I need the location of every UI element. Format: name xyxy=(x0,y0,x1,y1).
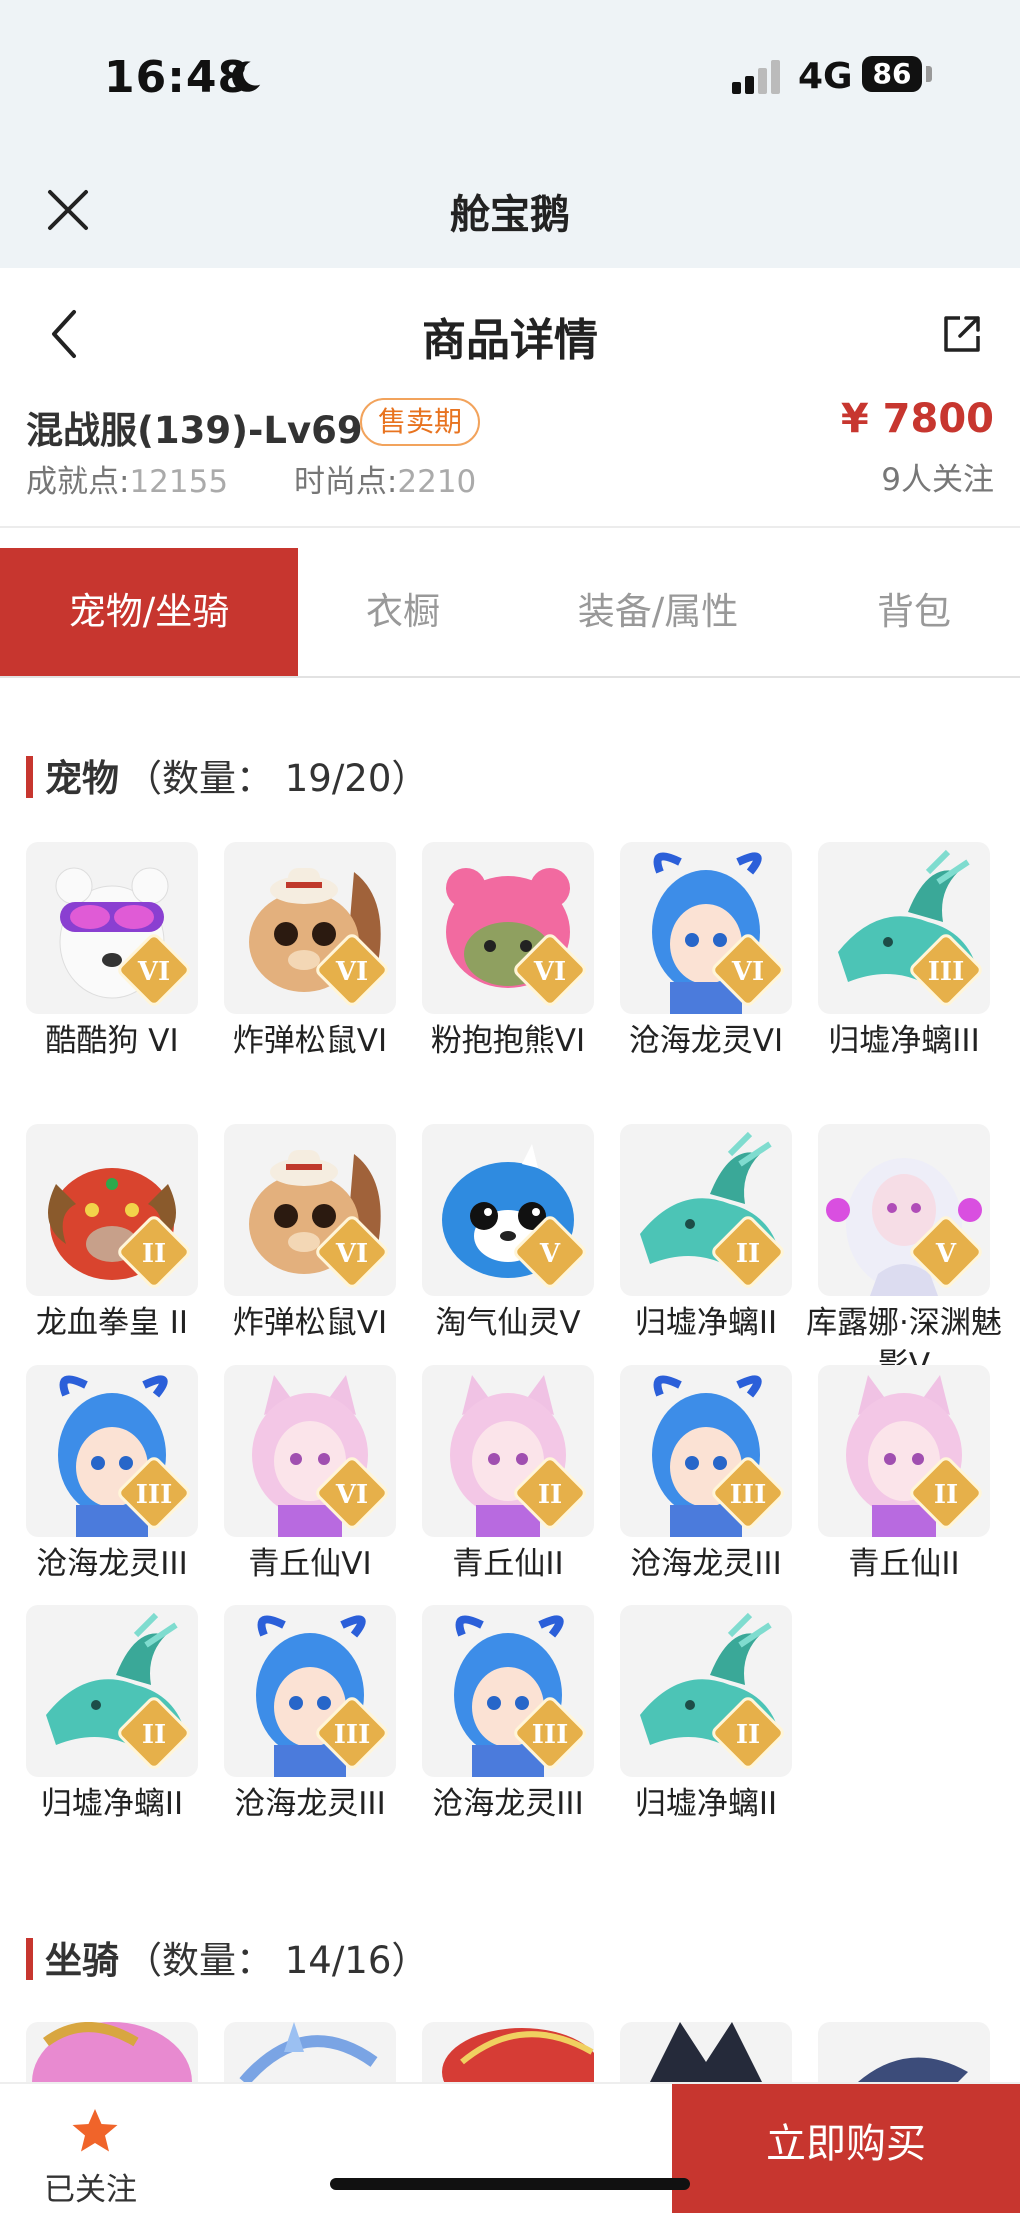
sea-dragon-icon: III xyxy=(818,842,990,1014)
pet-label: 酷酷狗 VI xyxy=(45,1023,179,1059)
tab-equipment[interactable]: 装备/属性 xyxy=(508,548,808,676)
battery-icon: 86 xyxy=(862,56,922,92)
ram-beast-icon: II xyxy=(26,1124,198,1296)
page-header: 商品详情 xyxy=(0,268,1020,400)
pet-label: 淘气仙灵V xyxy=(435,1305,581,1341)
bear-goggles-icon: VI xyxy=(26,842,198,1014)
svg-text:V: V xyxy=(935,1239,957,1269)
pet-label: 沧海龙灵III xyxy=(234,1786,386,1822)
pet-label: 归墟净螭II xyxy=(40,1786,184,1822)
blue-pup-icon: V xyxy=(422,1124,594,1296)
fashion-label: 时尚点: xyxy=(293,464,398,500)
dragon-girl-icon: VI xyxy=(620,842,792,1014)
tab-bar: 宠物/坐骑 衣橱 装备/属性 背包 xyxy=(0,548,1020,678)
pet-label: 青丘仙II xyxy=(452,1546,564,1582)
pets-section-title: 宠物 （数量： 19/20） xyxy=(26,748,428,802)
follow-button-label[interactable]: 已关注 xyxy=(44,2164,137,2209)
pink-bear-icon: VI xyxy=(422,842,594,1014)
product-info: 混战服(139)-Lv69 售卖期 成就点:12155 时尚点:2210 ¥ 7… xyxy=(0,390,1020,528)
pet-label: 沧海龙灵III xyxy=(432,1786,584,1822)
tab-pets-mounts[interactable]: 宠物/坐骑 xyxy=(0,548,298,676)
dragon-girl-icon: III xyxy=(422,1605,594,1777)
section-marker xyxy=(26,756,33,798)
pet-label: 归墟净螭II xyxy=(634,1305,778,1341)
tab-wardrobe[interactable]: 衣橱 xyxy=(298,548,508,676)
product-stats: 成就点:12155 时尚点:2210 xyxy=(26,456,476,501)
page-title: 商品详情 xyxy=(422,315,598,366)
fox-girl-icon: II xyxy=(422,1365,594,1537)
price: ¥ 7800 xyxy=(840,396,994,442)
svg-text:VI: VI xyxy=(731,957,764,987)
dragon-girl-icon: III xyxy=(620,1365,792,1537)
pet-label: 青丘仙VI xyxy=(248,1546,372,1582)
bottom-bar: 已关注 立即购买 xyxy=(0,2082,1020,2213)
pets-section-count: （数量： 19/20） xyxy=(125,757,429,800)
mounts-section-title: 坐骑 （数量： 14/16） xyxy=(26,1930,428,1984)
app-title: 舱宝鹅 xyxy=(450,192,570,238)
pet-label: 粉抱抱熊VI xyxy=(430,1023,586,1059)
svg-text:II: II xyxy=(142,1720,166,1750)
status-badge: 售卖期 xyxy=(360,398,481,446)
pet-label: 沧海龙灵VI xyxy=(628,1023,784,1059)
status-bar: 16:48 4G 86 xyxy=(0,0,1020,150)
moon-icon xyxy=(232,61,261,92)
squirrel-icon: VI xyxy=(224,1124,396,1296)
svg-text:III: III xyxy=(928,957,965,987)
dragon-girl-icon: III xyxy=(26,1365,198,1537)
squirrel-icon: VI xyxy=(224,842,396,1014)
pet-label: 归墟净螭II xyxy=(634,1786,778,1822)
tab-backpack[interactable]: 背包 xyxy=(808,548,1020,676)
svg-text:II: II xyxy=(142,1239,166,1269)
sea-dragon-icon: II xyxy=(26,1605,198,1777)
share-icon[interactable] xyxy=(940,312,984,356)
pet-label: 青丘仙II xyxy=(848,1546,960,1582)
mounts-section-name: 坐骑 xyxy=(45,1939,119,1982)
achievement-value: 12155 xyxy=(129,464,229,500)
pet-label: 炸弹松鼠VI xyxy=(232,1305,388,1341)
home-indicator xyxy=(330,2178,690,2190)
dragon-girl-icon: III xyxy=(224,1605,396,1777)
sea-dragon-icon: II xyxy=(620,1605,792,1777)
mounts-section-count: （数量： 14/16） xyxy=(125,1939,429,1982)
network-type: 4G xyxy=(798,56,853,97)
svg-text:II: II xyxy=(736,1239,760,1269)
star-icon[interactable] xyxy=(70,2106,120,2156)
svg-text:III: III xyxy=(136,1480,173,1510)
pet-label: 沧海龙灵III xyxy=(630,1546,782,1582)
svg-text:II: II xyxy=(934,1480,958,1510)
follower-count: 9人关注 xyxy=(881,462,994,498)
section-marker xyxy=(26,1938,33,1980)
product-name: 混战服(139)-Lv69 xyxy=(26,409,363,452)
fashion-value: 2210 xyxy=(397,464,477,500)
svg-text:VI: VI xyxy=(335,957,368,987)
fox-girl-icon: VI xyxy=(224,1365,396,1537)
svg-text:III: III xyxy=(334,1720,371,1750)
white-fairy-icon: V xyxy=(818,1124,990,1296)
svg-text:VI: VI xyxy=(137,957,170,987)
buy-now-button[interactable]: 立即购买 xyxy=(672,2084,1020,2213)
pet-label: 炸弹松鼠VI xyxy=(232,1023,388,1059)
svg-text:VI: VI xyxy=(335,1239,368,1269)
svg-text:II: II xyxy=(736,1720,760,1750)
fox-girl-icon: II xyxy=(818,1365,990,1537)
pet-label: 龙血拳皇 II xyxy=(35,1305,189,1341)
sea-dragon-icon: II xyxy=(620,1124,792,1296)
svg-text:VI: VI xyxy=(533,957,566,987)
achievement-label: 成就点: xyxy=(26,464,130,500)
pet-label: 沧海龙灵III xyxy=(36,1546,188,1582)
battery-cap xyxy=(926,66,932,82)
signal-icon xyxy=(732,58,784,94)
svg-text:III: III xyxy=(532,1720,569,1750)
svg-text:III: III xyxy=(730,1480,767,1510)
pets-section-name: 宠物 xyxy=(45,757,119,800)
svg-text:II: II xyxy=(538,1480,562,1510)
svg-text:V: V xyxy=(539,1239,561,1269)
pet-label: 归墟净螭III xyxy=(828,1023,980,1059)
app-bar: 舱宝鹅 xyxy=(0,150,1020,268)
svg-text:VI: VI xyxy=(335,1480,368,1510)
